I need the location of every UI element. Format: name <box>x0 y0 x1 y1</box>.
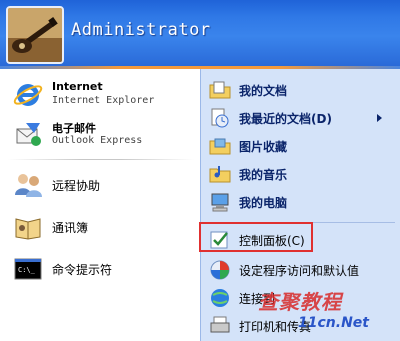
place-my-music[interactable]: 我的音乐 <box>206 161 396 185</box>
command-prompt-icon: C:\_ <box>14 258 42 280</box>
my-documents-icon <box>209 81 231 99</box>
recent-label: 命令提示符 <box>52 263 113 277</box>
internet-explorer-icon <box>13 84 43 106</box>
place-my-pictures[interactable]: 图片收藏 <box>206 133 396 157</box>
printers-icon <box>210 316 230 333</box>
recent-item-remote-assistance[interactable]: 远程协助 <box>6 167 196 203</box>
start-menu-header: Administrator <box>0 0 400 67</box>
outlook-express-icon <box>16 123 41 146</box>
pinned-subtitle: Internet Explorer <box>52 95 155 106</box>
pinned-item-internet[interactable]: Internet Internet Explorer <box>6 77 196 113</box>
my-pictures-icon <box>209 138 231 155</box>
place-my-computer[interactable]: 我的电脑 <box>206 189 396 213</box>
recent-documents-icon <box>211 108 229 128</box>
recent-label: 通讯簿 <box>52 221 89 235</box>
pinned-title: 电子邮件 <box>52 122 96 135</box>
place-label: 设定程序访问和默认值 <box>239 264 360 278</box>
remote-assistance-icon <box>15 174 42 197</box>
pinned-title: Internet <box>52 80 103 93</box>
connect-to-icon <box>211 289 229 307</box>
programs-pane: Internet Internet Explorer 电子邮件 Outlook … <box>0 69 200 341</box>
place-label: 我的电脑 <box>239 196 288 210</box>
recent-item-command-prompt[interactable]: C:\_ 命令提示符 <box>6 251 196 287</box>
username-label: Administrator <box>71 20 211 40</box>
watermark-text: 查聚教程 <box>258 290 342 314</box>
my-computer-icon <box>211 193 229 212</box>
highlight-annotation <box>199 222 313 252</box>
place-label: 我最近的文档(D) <box>239 112 332 126</box>
address-book-icon <box>15 218 41 240</box>
system-program-access[interactable]: 设定程序访问和默认值 <box>206 257 396 281</box>
place-recent-documents[interactable]: 我最近的文档(D) <box>206 105 396 129</box>
place-my-documents[interactable]: 我的文档 <box>206 77 396 101</box>
recent-label: 远程协助 <box>52 179 101 193</box>
place-label: 图片收藏 <box>239 140 288 154</box>
left-separator <box>8 159 194 160</box>
svg-text:C:\_: C:\_ <box>18 266 36 274</box>
recent-item-address-book[interactable]: 通讯簿 <box>6 209 196 245</box>
place-label: 我的音乐 <box>239 168 288 182</box>
my-music-icon <box>209 166 231 183</box>
watermark-url: 11cn.Net <box>298 315 369 331</box>
program-access-icon <box>210 260 230 280</box>
submenu-arrow-icon <box>377 114 382 122</box>
pinned-subtitle: Outlook Express <box>52 135 143 146</box>
place-label: 我的文档 <box>239 84 288 98</box>
user-avatar-icon[interactable] <box>6 6 64 64</box>
pinned-item-email[interactable]: 电子邮件 Outlook Express <box>6 117 196 153</box>
